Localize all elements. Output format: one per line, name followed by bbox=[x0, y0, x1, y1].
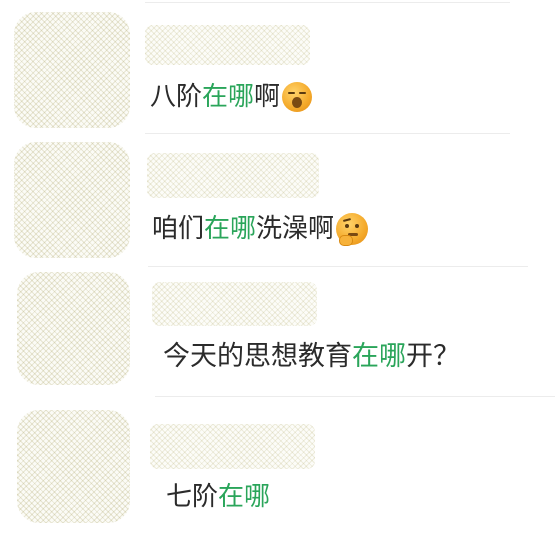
highlight-keyword: 在哪 bbox=[204, 214, 257, 244]
message-text: 七阶 在哪 bbox=[166, 484, 270, 510]
blurred-username bbox=[145, 25, 310, 65]
avatar[interactable] bbox=[17, 272, 130, 385]
divider bbox=[155, 396, 555, 397]
message-segment: 洗澡啊 bbox=[256, 214, 335, 244]
message-segment: 八阶 bbox=[150, 82, 203, 112]
highlight-keyword: 在哪 bbox=[352, 341, 406, 372]
thinking-face-emoji bbox=[336, 213, 369, 246]
message-segment: 啊 bbox=[254, 82, 281, 112]
divider bbox=[145, 2, 510, 3]
blurred-username bbox=[150, 424, 315, 469]
message-segment: 开？ bbox=[406, 341, 460, 372]
blurred-username bbox=[152, 282, 317, 326]
avatar[interactable] bbox=[14, 142, 130, 258]
divider bbox=[145, 133, 510, 134]
divider bbox=[148, 266, 528, 267]
highlight-keyword: 在哪 bbox=[218, 482, 271, 512]
message-segment: 今天的思想教育 bbox=[163, 341, 352, 372]
message-text: 今天的思想教育 在哪 开？ bbox=[163, 343, 460, 370]
highlight-keyword: 在哪 bbox=[202, 82, 255, 112]
avatar[interactable] bbox=[17, 410, 130, 523]
avatar[interactable] bbox=[14, 12, 130, 128]
message-text: 咱们 在哪 洗澡啊 bbox=[152, 213, 369, 246]
message-text: 八阶 在哪 啊 bbox=[150, 82, 313, 112]
blurred-username bbox=[147, 153, 319, 198]
message-segment: 咱们 bbox=[152, 214, 205, 244]
message-segment: 七阶 bbox=[166, 482, 219, 512]
tired-face-emoji bbox=[282, 82, 313, 112]
